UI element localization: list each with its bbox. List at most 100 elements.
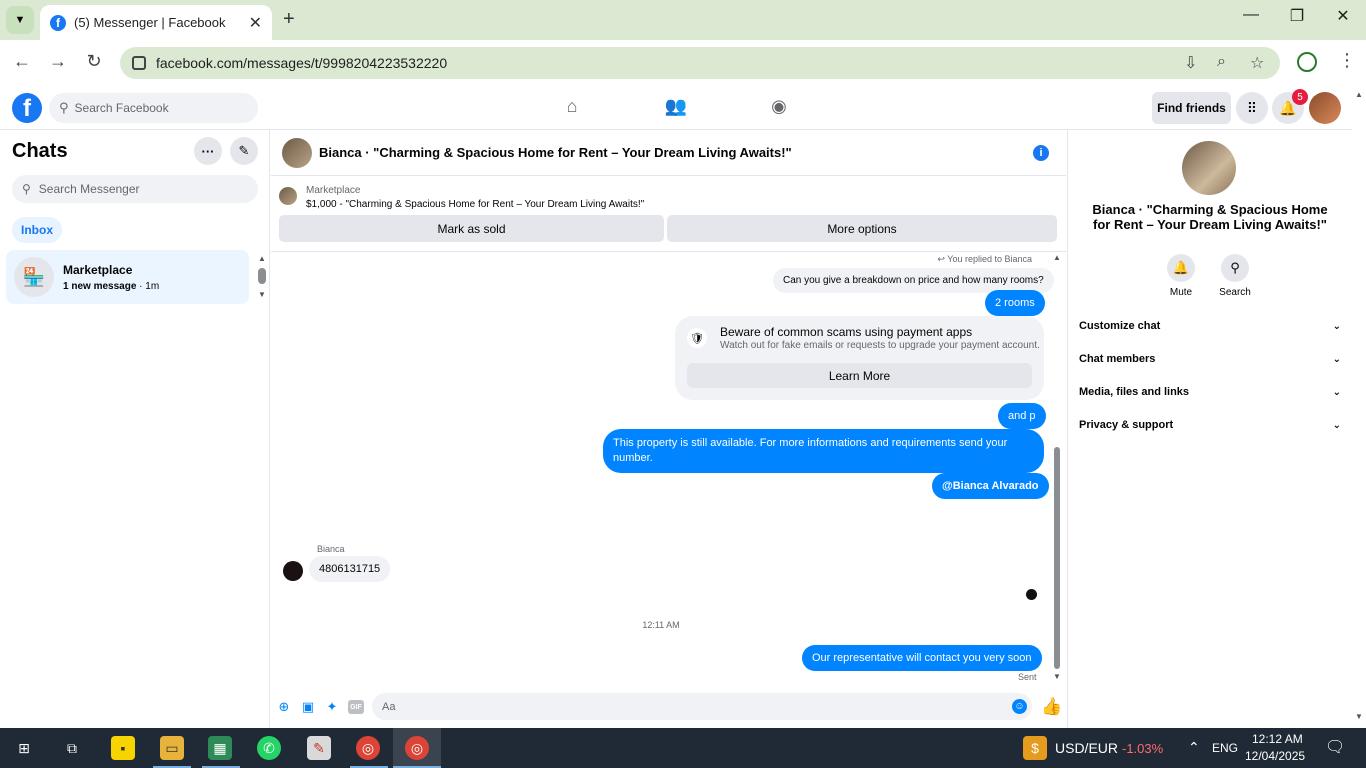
message-composer: ⊕ ▣ ✦ GIF Aa ☺ 👍 — [271, 687, 1066, 727]
sender-avatar[interactable] — [283, 561, 303, 581]
whatsapp-icon[interactable]: ✆ — [257, 736, 281, 760]
bookmark-star-icon[interactable]: ☆ — [1250, 53, 1264, 73]
chat-info-avatar[interactable] — [1182, 141, 1236, 195]
reload-icon[interactable]: ↻ — [82, 51, 106, 72]
scroll-up-icon[interactable]: ▲ — [258, 254, 266, 263]
section-privacy-support[interactable]: Privacy & support ⌄ — [1079, 413, 1341, 437]
new-message-icon[interactable]: ✎ — [230, 137, 258, 165]
back-icon[interactable]: ← — [10, 51, 34, 72]
emoji-icon[interactable]: ☺ — [1012, 699, 1027, 714]
currency-pair[interactable]: USD/EUR — [1055, 740, 1118, 756]
outgoing-message[interactable]: 2 rooms — [985, 290, 1045, 316]
scrollbar-thumb[interactable] — [1054, 447, 1060, 669]
thumbs-up-icon[interactable]: 👍 — [1041, 697, 1062, 717]
more-options-icon[interactable]: ··· — [194, 137, 222, 165]
groups-icon[interactable]: ◉ — [767, 96, 791, 117]
reply-icon: ↩ — [937, 254, 945, 264]
windows-start-icon[interactable]: ⊞ — [12, 736, 36, 760]
window-close-icon[interactable]: ✕ — [1320, 6, 1366, 26]
account-avatar[interactable] — [1309, 92, 1341, 124]
scroll-up-icon[interactable]: ▲ — [1355, 90, 1363, 99]
minimize-icon[interactable]: — — [1228, 6, 1274, 24]
chrome-active-icon[interactable]: ◎ — [405, 736, 429, 760]
search-chat-button[interactable]: ⚲ Search — [1213, 254, 1257, 298]
sticky-notes-icon[interactable]: ▪ — [111, 736, 135, 760]
messenger-search-placeholder: Search Messenger — [38, 182, 140, 196]
paint-app-icon[interactable]: ✎ — [307, 736, 331, 760]
outgoing-mention-message[interactable]: @Bianca Alvarado — [932, 473, 1049, 499]
listing-title[interactable]: $1,000 - "Charming & Spacious Home for R… — [306, 199, 644, 210]
scroll-down-icon[interactable]: ▼ — [1053, 672, 1061, 681]
chat-info-panel: Bianca · "Charming & Spacious Home for R… — [1067, 130, 1352, 728]
thread-scrollbar[interactable]: ▲ ▼ — [1052, 253, 1062, 683]
section-media-files-links[interactable]: Media, files and links ⌄ — [1079, 380, 1341, 404]
bell-icon: 🔔 — [1167, 254, 1195, 282]
site-info-icon[interactable] — [132, 56, 146, 70]
clock-date[interactable]: 12/04/2025 — [1245, 749, 1305, 763]
mute-label: Mute — [1169, 287, 1193, 298]
section-customize-chat[interactable]: Customize chat ⌄ — [1079, 314, 1341, 338]
scroll-up-icon[interactable]: ▲ — [1053, 253, 1061, 262]
forward-icon[interactable]: → — [46, 51, 70, 72]
chat-item-marketplace[interactable]: 🏪 Marketplace 1 new message · 1m — [6, 250, 249, 304]
address-bar-row: ← → ↻ facebook.com/messages/t/9998204223… — [0, 40, 1366, 86]
mute-button[interactable]: 🔔 Mute — [1159, 254, 1203, 298]
outgoing-message[interactable]: This property is still available. For mo… — [603, 429, 1044, 473]
scrollbar-thumb[interactable] — [258, 268, 266, 284]
scam-description: Watch out for fake emails or requests to… — [720, 340, 1040, 351]
scroll-down-icon[interactable]: ▼ — [1355, 712, 1363, 721]
learn-more-button[interactable]: Learn More — [687, 363, 1032, 388]
tab-search-button[interactable]: ▼ — [6, 6, 34, 34]
facebook-search-input[interactable]: ⚲ Search Facebook — [49, 93, 258, 123]
url-input[interactable]: facebook.com/messages/t/9998204223532220 — [120, 47, 1280, 79]
currency-widget-icon[interactable]: $ — [1023, 736, 1047, 760]
message-thread: ↩ You replied to Bianca Can you give a b… — [271, 253, 1066, 685]
marketplace-store-icon: 🏪 — [14, 257, 54, 297]
language-indicator[interactable]: ENG — [1212, 741, 1238, 755]
section-chat-members[interactable]: Chat members ⌄ — [1079, 347, 1341, 371]
info-icon[interactable]: i — [1033, 145, 1049, 161]
messenger-search-input[interactable]: ⚲ Search Messenger — [12, 175, 258, 203]
listing-thumbnail[interactable] — [279, 187, 297, 205]
message-input[interactable]: Aa — [372, 693, 1032, 720]
mark-as-sold-button[interactable]: Mark as sold — [279, 215, 664, 242]
section-label: Media, files and links — [1079, 386, 1190, 398]
tray-overflow-icon[interactable]: ⌃ — [1188, 739, 1200, 756]
chrome-icon[interactable]: ◎ — [356, 736, 380, 760]
notification-center-icon[interactable]: 🗨 — [1325, 737, 1345, 757]
zoom-icon[interactable]: ⌕ — [1217, 53, 1226, 71]
file-explorer-icon[interactable]: ▭ — [160, 736, 184, 760]
new-tab-icon[interactable]: + — [283, 8, 295, 31]
restore-icon[interactable]: ❐ — [1274, 6, 1320, 26]
menu-grid-icon[interactable]: ⠿ — [1236, 92, 1268, 124]
plus-circle-icon[interactable]: ⊕ — [276, 699, 292, 715]
photo-icon[interactable]: ▣ — [300, 699, 316, 715]
chat-list-scrollbar[interactable]: ▲ ▼ — [257, 254, 267, 300]
conversation-title[interactable]: Bianca · "Charming & Spacious Home for R… — [319, 145, 792, 160]
browser-tab[interactable]: f (5) Messenger | Facebook ✕ — [40, 5, 272, 40]
sticker-icon[interactable]: ✦ — [324, 699, 340, 715]
chevron-down-icon: ⌄ — [1332, 419, 1341, 431]
section-label: Customize chat — [1079, 320, 1161, 332]
home-icon[interactable]: ⌂ — [560, 96, 584, 117]
gif-icon[interactable]: GIF — [348, 700, 364, 714]
scroll-down-icon[interactable]: ▼ — [258, 290, 266, 299]
friends-icon[interactable]: 👥 — [664, 96, 688, 117]
outgoing-message[interactable]: and p — [998, 403, 1046, 429]
outgoing-message[interactable]: Our representative will contact you very… — [802, 645, 1042, 671]
browser-menu-icon[interactable]: ⋮ — [1338, 50, 1356, 71]
spreadsheet-app-icon[interactable]: ▦ — [208, 736, 232, 760]
page-scrollbar[interactable]: ▲ ▼ — [1352, 86, 1366, 728]
incoming-message[interactable]: 4806131715 — [309, 556, 391, 582]
facebook-logo-icon[interactable]: f — [12, 93, 42, 123]
find-friends-button[interactable]: Find friends — [1152, 92, 1231, 124]
close-tab-icon[interactable]: ✕ — [249, 13, 262, 33]
inbox-filter[interactable]: Inbox — [12, 217, 62, 243]
more-options-button[interactable]: More options — [667, 215, 1057, 242]
clock-time[interactable]: 12:12 AM — [1252, 732, 1303, 746]
browser-profile-icon[interactable] — [1297, 52, 1317, 72]
conversation-avatar[interactable] — [282, 137, 312, 168]
install-app-icon[interactable]: ⇩ — [1184, 53, 1197, 73]
task-view-icon[interactable]: ⧉ — [60, 736, 84, 760]
search-icon: ⚲ — [59, 100, 69, 115]
